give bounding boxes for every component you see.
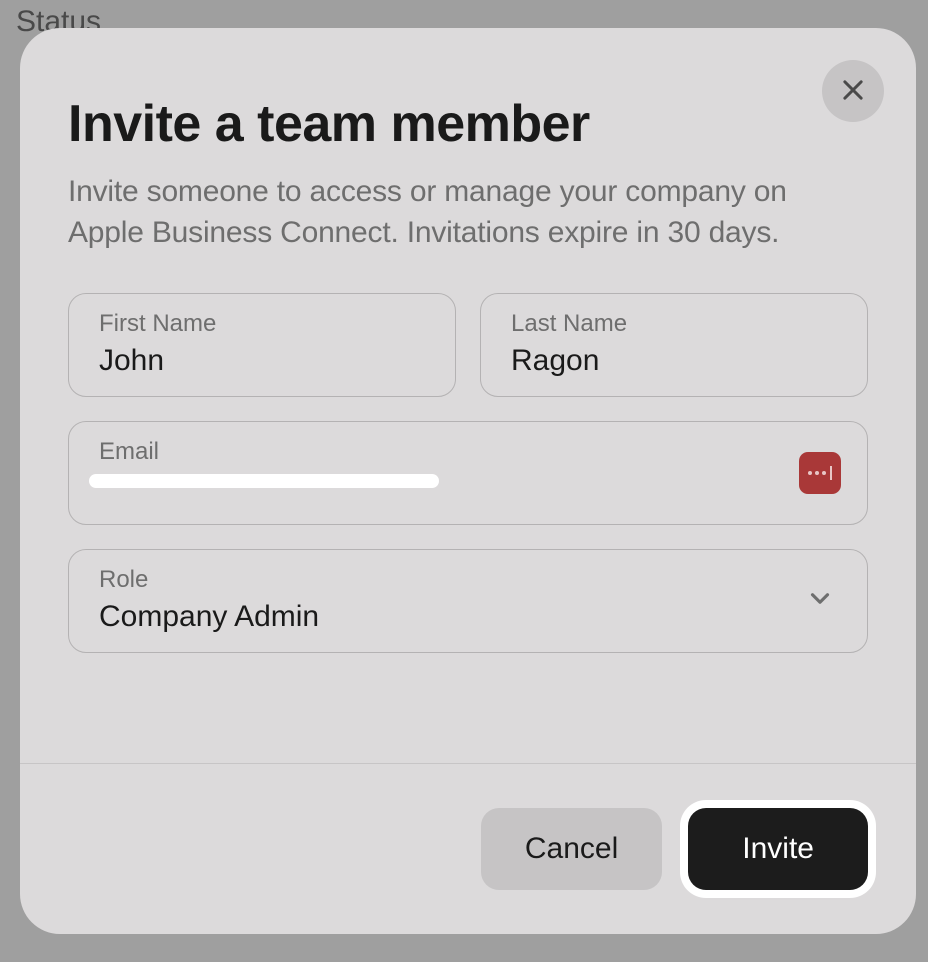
first-name-input[interactable] xyxy=(99,344,425,378)
email-redaction xyxy=(89,474,439,488)
last-name-label: Last Name xyxy=(511,310,837,338)
cancel-button[interactable]: Cancel xyxy=(481,808,662,890)
name-row: First Name Last Name xyxy=(68,293,868,397)
invite-button[interactable]: Invite xyxy=(688,808,868,890)
modal-subtitle: Invite someone to access or manage your … xyxy=(68,172,868,253)
email-label: Email xyxy=(99,438,837,466)
role-value: Company Admin xyxy=(99,600,837,634)
first-name-field[interactable]: First Name xyxy=(68,293,456,397)
role-field[interactable]: Role Company Admin xyxy=(68,549,868,653)
email-field[interactable]: Email xyxy=(68,421,868,525)
last-name-input[interactable] xyxy=(511,344,837,378)
email-row: Email xyxy=(68,421,868,525)
chevron-down-icon xyxy=(805,584,835,619)
role-label: Role xyxy=(99,566,837,594)
modal-body: First Name Last Name Email xyxy=(20,293,916,763)
invite-modal: Invite a team member Invite someone to a… xyxy=(20,28,916,934)
first-name-label: First Name xyxy=(99,310,425,338)
modal-title: Invite a team member xyxy=(68,94,868,154)
password-manager-icon[interactable] xyxy=(799,452,841,494)
role-row: Role Company Admin xyxy=(68,549,868,653)
invite-highlight: Invite xyxy=(680,800,876,898)
modal-header: Invite a team member Invite someone to a… xyxy=(20,28,916,293)
modal-footer: Cancel Invite xyxy=(20,763,916,934)
last-name-field[interactable]: Last Name xyxy=(480,293,868,397)
